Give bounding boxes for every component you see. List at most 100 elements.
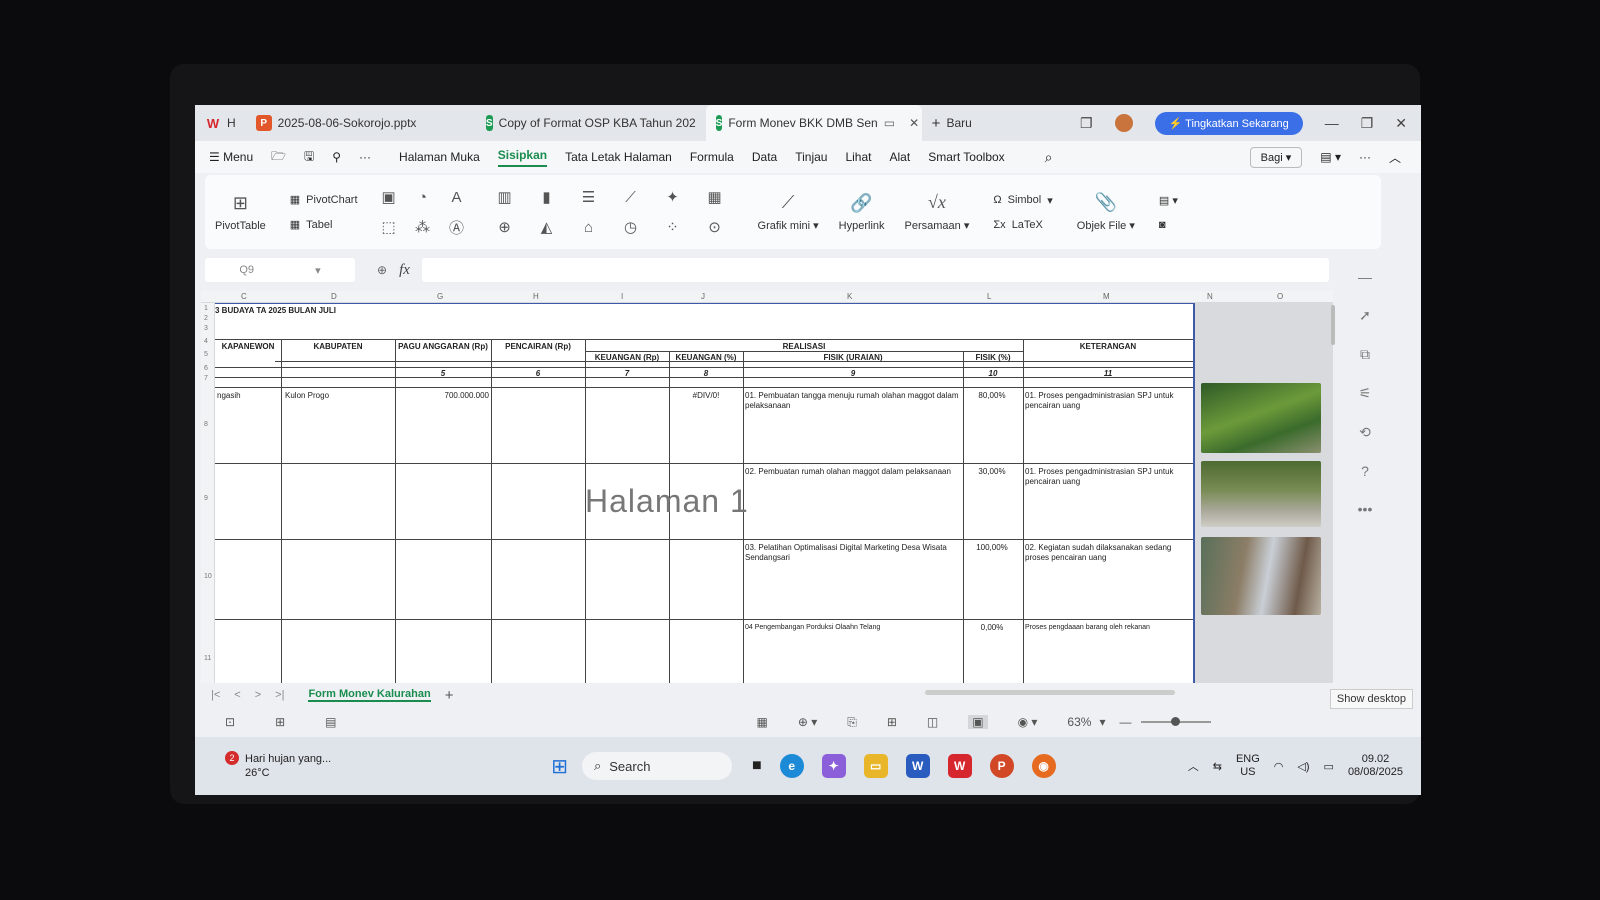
camera-icon[interactable]: ◙ — [1159, 219, 1178, 231]
taskbar-search[interactable]: ⌕ Search — [581, 752, 732, 780]
filter-settings-icon[interactable]: ⚟ — [1359, 385, 1372, 402]
table-view-icon[interactable]: ▦ — [756, 715, 767, 729]
open-folder-icon[interactable]: 🗁 — [271, 147, 286, 168]
col-number[interactable]: 7 — [585, 369, 669, 379]
symbol-button[interactable]: Ω Simbol ▾ — [993, 194, 1052, 207]
header-pagu[interactable]: PAGU ANGGARAN (Rp) — [395, 342, 491, 352]
header-fisik-uraian[interactable]: FISIK (URAIAN) — [743, 353, 963, 363]
shapes-icon[interactable]: ◔ — [418, 189, 427, 206]
col-number[interactable]: 6 — [491, 369, 585, 379]
table-button[interactable]: ▦ Tabel — [290, 218, 358, 232]
hyperlink-button[interactable]: 🔗 Hyperlink — [829, 193, 895, 232]
page-break-view-icon[interactable]: ▣ — [968, 715, 988, 729]
layout-icon[interactable]: ▤ ▾ — [1159, 194, 1178, 207]
eye-protection-icon[interactable]: ◉ ▾ — [1018, 715, 1038, 729]
more-options-icon[interactable]: ••• — [1358, 501, 1373, 517]
add-sheet-icon[interactable]: + — [445, 687, 454, 704]
bar-chart-icon[interactable]: ☰ — [582, 188, 595, 206]
tab-presentation[interactable]: P 2025-08-06-Sokorojo.pptx — [246, 105, 476, 141]
more-icon[interactable]: ··· — [359, 150, 371, 164]
pivot-chart-button[interactable]: ▦ PivotChart — [290, 193, 358, 207]
pie-chart-icon[interactable]: ◷ — [624, 218, 637, 236]
search-icon[interactable]: ⌕ — [1045, 149, 1053, 166]
vertical-scrollbar[interactable] — [1331, 305, 1335, 345]
restore-window-icon[interactable]: ❐ — [1080, 115, 1093, 132]
cell-keterangan[interactable]: 01. Proses pengadministrasian SPJ untuk … — [1025, 391, 1191, 411]
column-header[interactable]: L — [987, 292, 991, 301]
mini-chart-button[interactable]: ⟋ Grafik mini ▾ — [748, 192, 829, 232]
first-sheet-icon[interactable]: |< — [211, 689, 220, 701]
cell-uraian[interactable]: 03. Pelatihan Optimalisasi Digital Marke… — [745, 543, 961, 563]
photo-garden-path[interactable] — [1201, 383, 1321, 453]
menu-formula[interactable]: Formula — [690, 150, 734, 164]
line-chart-icon[interactable]: ⟋ — [625, 189, 636, 206]
row-header[interactable]: 6 — [204, 365, 208, 372]
battery-icon[interactable]: ▭ — [1324, 760, 1334, 773]
spreadsheet-grid[interactable]: C D G H I J K L M N O 1 2 3 4 5 6 7 8 9 … — [201, 291, 1333, 683]
function-icon[interactable]: fx — [399, 262, 410, 279]
menu-lihat[interactable]: Lihat — [845, 150, 871, 164]
language-indicator[interactable]: ENG US — [1236, 753, 1260, 779]
header-keuangan-pct[interactable]: KEUANGAN (%) — [669, 353, 743, 363]
cell-keterangan[interactable]: Proses pengdaaan barang oleh rekanan — [1025, 623, 1191, 633]
copilot-icon[interactable]: ✦ — [821, 754, 846, 778]
latex-button[interactable]: Σx LaTeX — [993, 219, 1052, 231]
header-realisasi[interactable]: REALISASI — [585, 342, 1023, 352]
menu-data[interactable]: Data — [752, 150, 777, 164]
col-number[interactable]: 5 — [395, 369, 491, 379]
protect-icon[interactable]: ⊞ — [275, 715, 285, 729]
file-explorer-icon[interactable]: ▭ — [863, 754, 888, 778]
zoom-slider[interactable] — [1141, 717, 1212, 726]
weather-widget[interactable]: 2 Hari hujan yang... 26°C — [195, 751, 331, 779]
cell-fisik[interactable]: 100,00% — [963, 543, 1021, 553]
cell-keterangan[interactable]: 01. Proses pengadministrasian SPJ untuk … — [1025, 467, 1191, 487]
cell-kabupaten[interactable]: Kulon Progo — [285, 391, 329, 401]
column-header[interactable]: K — [847, 292, 852, 301]
header-keuangan-rp[interactable]: KEUANGAN (Rp) — [585, 353, 669, 363]
stock-chart-icon[interactable]: ⌂ — [584, 219, 593, 236]
row-header[interactable]: 7 — [204, 375, 208, 382]
macro-icon[interactable]: ⊡ — [225, 715, 235, 729]
windows-start-icon[interactable]: ⊞ — [551, 754, 568, 779]
cell-pagu[interactable]: 700.000.000 — [395, 391, 490, 401]
column-header[interactable]: I — [621, 292, 623, 301]
zoom-level[interactable]: 63% — [1067, 715, 1091, 729]
name-box[interactable]: Q9 ▾ — [205, 258, 355, 282]
row-header[interactable]: 10 — [204, 573, 212, 580]
grid-chart-icon[interactable]: ▦ — [707, 188, 721, 206]
column-header[interactable]: C — [241, 292, 247, 301]
chart-icon[interactable]: ▥ — [497, 188, 511, 206]
col-number[interactable]: 11 — [1023, 369, 1193, 379]
clock[interactable]: 09.02 08/08/2025 — [1348, 753, 1403, 779]
volume-icon[interactable]: ◁) — [1297, 760, 1309, 773]
row-header[interactable]: 9 — [204, 495, 208, 502]
task-view-icon[interactable]: ■ — [752, 757, 762, 775]
cell-fisik[interactable]: 0,00% — [963, 623, 1021, 633]
column-header[interactable]: J — [701, 292, 705, 301]
zoom-slider-knob[interactable] — [1171, 717, 1181, 726]
insert-chart-icon[interactable]: ⊕ — [498, 218, 511, 236]
row-header[interactable]: 5 — [204, 351, 208, 358]
sheet-tab-form-monev[interactable]: Form Monev Kalurahan — [308, 688, 431, 702]
menu-tinjau[interactable]: Tinjau — [795, 150, 827, 164]
network-sharing-icon[interactable]: ⇆ — [1213, 760, 1222, 773]
cell-fisik[interactable]: 80,00% — [963, 391, 1021, 401]
save-icon[interactable]: 🖫 — [304, 147, 314, 168]
column-header[interactable]: H — [533, 292, 539, 301]
formula-input[interactable] — [421, 258, 1329, 282]
column-header[interactable]: O — [1277, 292, 1283, 301]
column-chart-icon[interactable]: ▮ — [542, 188, 550, 206]
col-number[interactable]: 8 — [669, 369, 743, 379]
column-header[interactable]: M — [1103, 292, 1110, 301]
next-sheet-icon[interactable]: > — [255, 689, 261, 701]
avatar[interactable] — [1114, 114, 1133, 132]
firefox-icon[interactable]: ◉ — [1031, 754, 1056, 778]
history-icon[interactable]: ⟲ — [1359, 424, 1371, 441]
radar-chart-icon[interactable]: ✦ — [666, 188, 679, 206]
tab-spreadsheet-active[interactable]: S Form Monev BKK DMB Sen ▭ ✕ — [705, 105, 922, 141]
cell-uraian[interactable]: 04 Pengembangan Porduksi Olaahn Telang — [745, 623, 961, 633]
bubble-chart-icon[interactable]: ⊙ — [708, 218, 721, 236]
scatter-chart-icon[interactable]: ⁘ — [666, 218, 679, 236]
overflow-icon[interactable]: ··· — [1359, 150, 1371, 164]
row-header[interactable]: 4 — [204, 338, 208, 345]
